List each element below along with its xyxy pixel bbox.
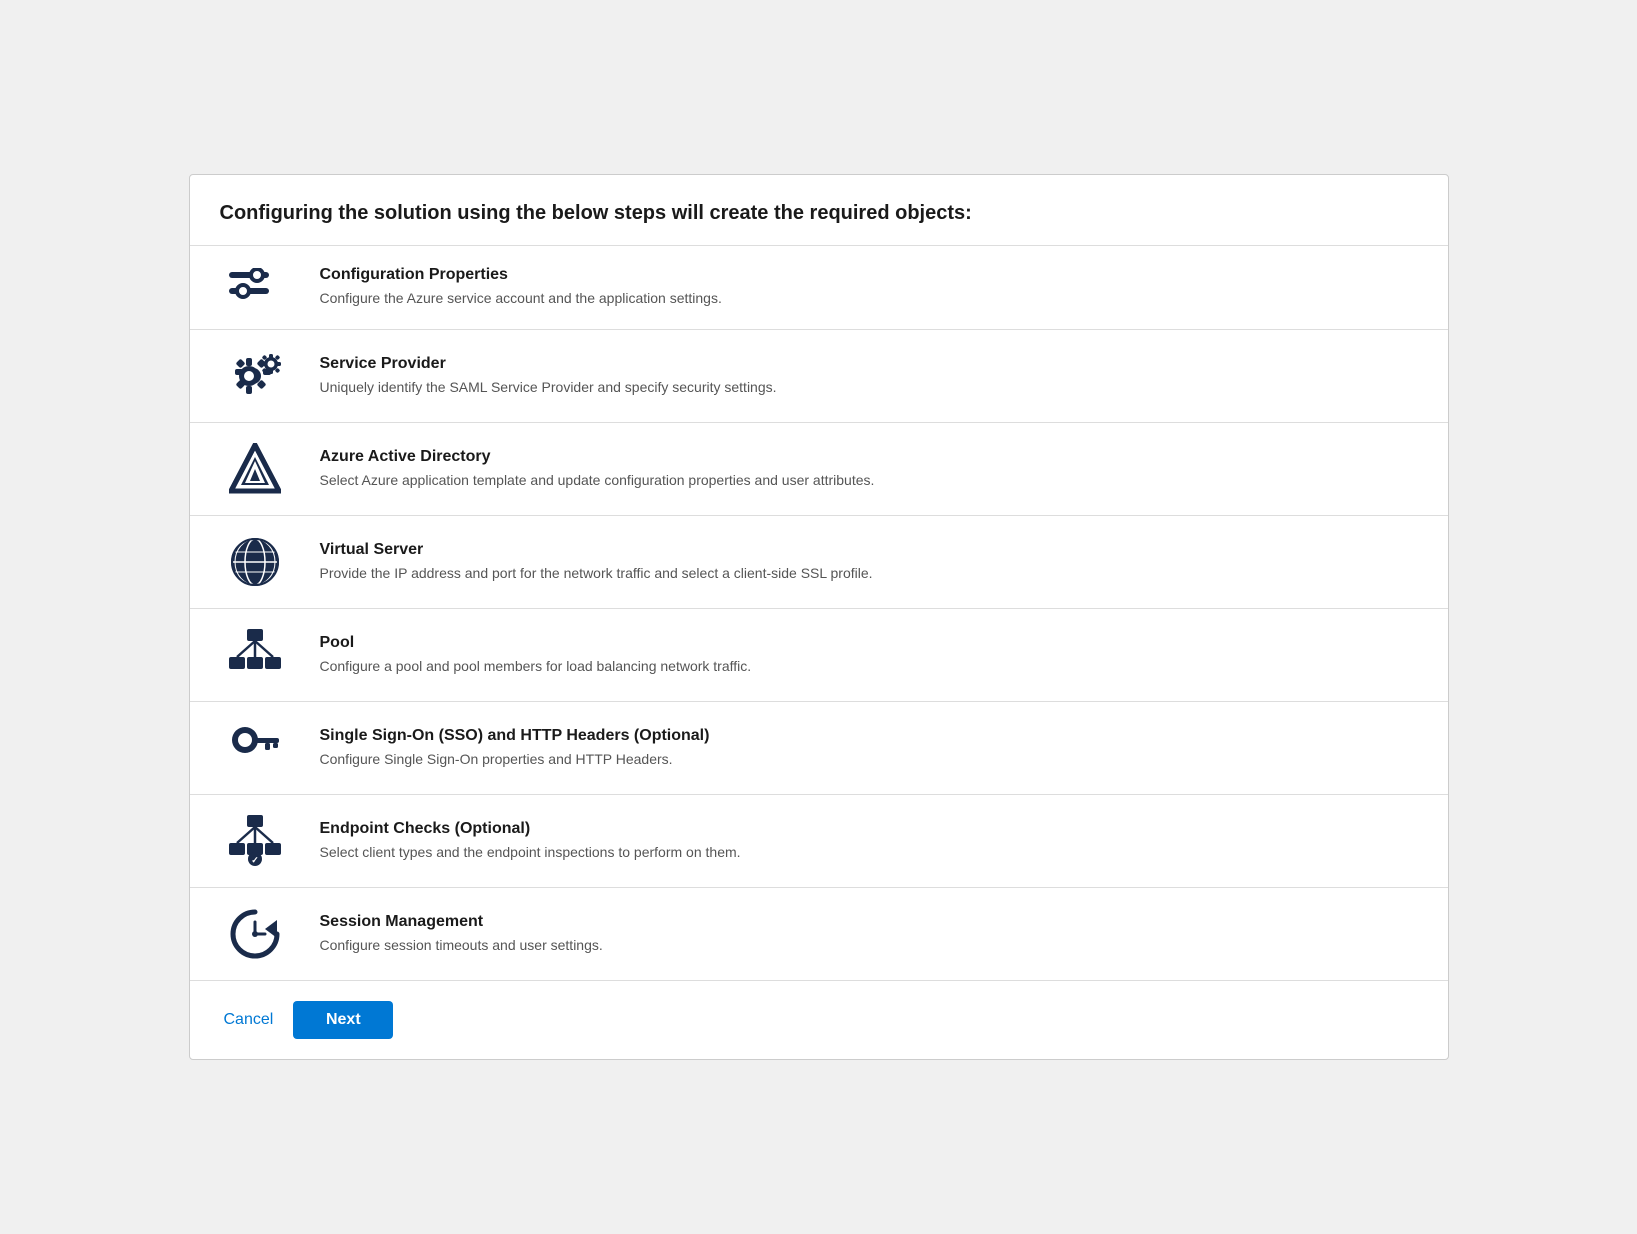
step-item-virtual-server: Virtual Server Provide the IP address an… xyxy=(190,516,1448,609)
gears-icon xyxy=(220,350,290,402)
step-desc-session-management: Configure session timeouts and user sett… xyxy=(320,935,1418,956)
sliders-icon xyxy=(220,268,290,308)
step-content-azure: Azure Active Directory Select Azure appl… xyxy=(320,448,1418,491)
step-content-session-management: Session Management Configure session tim… xyxy=(320,913,1418,956)
wizard-header: Configuring the solution using the below… xyxy=(190,175,1448,246)
step-title-sso: Single Sign-On (SSO) and HTTP Headers (O… xyxy=(320,727,1418,745)
session-icon xyxy=(220,908,290,960)
step-item-service-provider: Service Provider Uniquely identify the S… xyxy=(190,330,1448,423)
cancel-button[interactable]: Cancel xyxy=(220,1001,278,1039)
wizard-footer: Cancel Next xyxy=(190,980,1448,1059)
step-content-virtual-server: Virtual Server Provide the IP address an… xyxy=(320,541,1418,584)
step-title-service-provider: Service Provider xyxy=(320,355,1418,373)
step-item-session-management: Session Management Configure session tim… xyxy=(190,888,1448,980)
step-content-configuration-properties: Configuration Properties Configure the A… xyxy=(320,266,1418,309)
step-desc-configuration-properties: Configure the Azure service account and … xyxy=(320,288,1418,309)
step-item-pool: Pool Configure a pool and pool members f… xyxy=(190,609,1448,702)
step-desc-pool: Configure a pool and pool members for lo… xyxy=(320,656,1418,677)
step-title-endpoint-checks: Endpoint Checks (Optional) xyxy=(320,820,1418,838)
next-button[interactable]: Next xyxy=(293,1001,393,1039)
key-icon xyxy=(220,722,290,774)
step-desc-endpoint-checks: Select client types and the endpoint ins… xyxy=(320,842,1418,863)
step-title-virtual-server: Virtual Server xyxy=(320,541,1418,559)
step-content-service-provider: Service Provider Uniquely identify the S… xyxy=(320,355,1418,398)
step-content-sso: Single Sign-On (SSO) and HTTP Headers (O… xyxy=(320,727,1418,770)
globe-icon xyxy=(220,536,290,588)
step-title-session-management: Session Management xyxy=(320,913,1418,931)
network-icon xyxy=(220,629,290,681)
endpoint-icon: ✓ xyxy=(220,815,290,867)
wizard-title: Configuring the solution using the below… xyxy=(220,199,1418,227)
step-content-pool: Pool Configure a pool and pool members f… xyxy=(320,634,1418,677)
svg-text:✓: ✓ xyxy=(251,855,259,865)
step-title-pool: Pool xyxy=(320,634,1418,652)
step-title-azure: Azure Active Directory xyxy=(320,448,1418,466)
azure-icon xyxy=(220,443,290,495)
step-item-sso: Single Sign-On (SSO) and HTTP Headers (O… xyxy=(190,702,1448,795)
step-desc-sso: Configure Single Sign-On properties and … xyxy=(320,749,1418,770)
step-item-configuration-properties: Configuration Properties Configure the A… xyxy=(190,246,1448,330)
step-desc-service-provider: Uniquely identify the SAML Service Provi… xyxy=(320,377,1418,398)
step-list: Configuration Properties Configure the A… xyxy=(190,246,1448,980)
step-title-configuration-properties: Configuration Properties xyxy=(320,266,1418,284)
step-item-azure-active-directory: Azure Active Directory Select Azure appl… xyxy=(190,423,1448,516)
wizard-container: Configuring the solution using the below… xyxy=(189,174,1449,1060)
step-item-endpoint-checks: ✓ Endpoint Checks (Optional) Select clie… xyxy=(190,795,1448,888)
step-content-endpoint-checks: Endpoint Checks (Optional) Select client… xyxy=(320,820,1418,863)
step-desc-virtual-server: Provide the IP address and port for the … xyxy=(320,563,1418,584)
step-desc-azure: Select Azure application template and up… xyxy=(320,470,1418,491)
